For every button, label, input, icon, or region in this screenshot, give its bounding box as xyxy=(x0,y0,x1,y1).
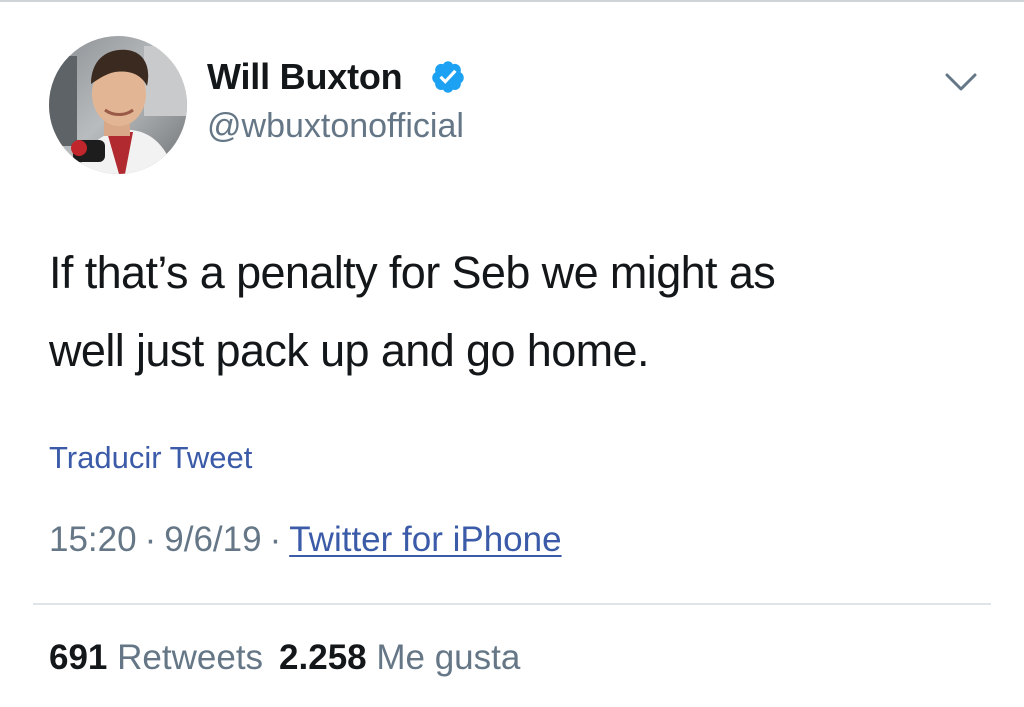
retweets-stat[interactable]: 691 Retweets xyxy=(49,638,263,677)
author-name[interactable]: Will Buxton xyxy=(207,54,403,100)
tweet-time: 15:20 xyxy=(49,520,137,559)
tweet-text-line: well just pack up and go home. xyxy=(49,325,649,376)
avatar[interactable] xyxy=(49,36,187,174)
tweet-source-link[interactable]: Twitter for iPhone xyxy=(289,520,561,559)
tweet-date: 9/6/19 xyxy=(164,520,262,559)
verified-badge-icon xyxy=(432,61,464,93)
translate-tweet-link[interactable]: Traducir Tweet xyxy=(49,436,252,480)
separator: · xyxy=(144,520,157,559)
divider xyxy=(33,603,991,605)
retweets-label: Retweets xyxy=(117,638,264,677)
avatar-photo xyxy=(49,36,187,174)
likes-stat[interactable]: 2.258 Me gusta xyxy=(279,638,520,677)
tweet-meta: 15:20 · 9/6/19 · Twitter for iPhone xyxy=(49,516,562,564)
tweet-text-line: If that’s a penalty for Seb we might as xyxy=(49,247,776,298)
separator: · xyxy=(269,520,282,559)
tweet-text: If that’s a penalty for Seb we might as … xyxy=(49,234,989,390)
tweet-stats: 691 Retweets 2.258 Me gusta xyxy=(49,634,520,682)
likes-label: Me gusta xyxy=(376,638,521,677)
likes-count: 2.258 xyxy=(279,638,367,677)
chevron-down-icon[interactable] xyxy=(944,70,978,94)
author-handle[interactable]: @wbuxtonofficial xyxy=(207,104,464,148)
retweets-count: 691 xyxy=(49,638,108,677)
tweet-card: Will Buxton @wbuxtonofficial If that’s a… xyxy=(0,0,1024,707)
